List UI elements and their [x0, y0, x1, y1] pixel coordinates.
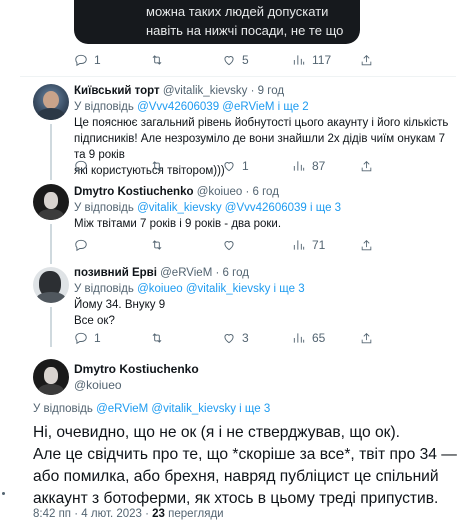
- avatar[interactable]: [33, 359, 69, 395]
- views-icon: [293, 240, 305, 250]
- reply-to-line: У відповідь @koiueo @vitalik_kievsky і щ…: [74, 283, 305, 295]
- reply-to-line: У відповідь @vitalik_kievsky @Vvv4260603…: [74, 202, 342, 214]
- author-handle[interactable]: @koiueo: [74, 377, 122, 393]
- like-button[interactable]: 5: [222, 53, 249, 67]
- reply-mentions[interactable]: @eRVieM @vitalik_kievsky і ще 3: [96, 403, 270, 415]
- views-button[interactable]: 71: [292, 238, 325, 252]
- divider: [20, 76, 456, 77]
- reply-tweet[interactable]: Dmytro Kostiuchenko @koiueo · 6 год У ві…: [74, 184, 454, 232]
- like-count: 5: [242, 53, 249, 67]
- views-icon: [293, 333, 305, 343]
- retweet-button[interactable]: [150, 238, 164, 252]
- like-count: 1: [242, 159, 249, 173]
- tweet-time[interactable]: 6 год: [253, 186, 279, 198]
- avatar[interactable]: [33, 84, 69, 120]
- tweet-meta: 8:42 пп · 4 лют. 2023 · 23 перегляди: [33, 508, 224, 520]
- like-button[interactable]: 1: [222, 159, 249, 173]
- views-count: 23: [152, 508, 165, 520]
- reply-mentions[interactable]: @Vvv42606039 @eRVieM і ще 2: [137, 101, 309, 113]
- card-text-line: можна таких людей допускати: [146, 4, 329, 19]
- views-button[interactable]: 65: [292, 331, 325, 345]
- reply-to-line: У відповідь @eRVieM @vitalik_kievsky і щ…: [33, 403, 271, 415]
- avatar[interactable]: [33, 184, 69, 220]
- retweet-button[interactable]: [150, 331, 164, 345]
- share-button[interactable]: [360, 239, 373, 252]
- reply-button[interactable]: 1: [74, 331, 101, 345]
- like-icon: [224, 162, 234, 172]
- like-button[interactable]: 3: [222, 331, 249, 345]
- retweet-icon: [152, 333, 162, 343]
- quoted-image-card[interactable]: можна таких людей допускати навіть на ни…: [74, 0, 360, 44]
- thread-line: [50, 307, 52, 347]
- tweet-time[interactable]: 9 год: [258, 85, 284, 97]
- author-handle[interactable]: @vitalik_kievsky: [163, 85, 248, 97]
- like-count: 3: [242, 331, 249, 345]
- like-icon: [224, 56, 234, 66]
- retweet-icon: [152, 55, 162, 65]
- author-name[interactable]: позивний Ерві: [74, 267, 157, 279]
- reply-button[interactable]: [74, 159, 88, 173]
- tweet-actions: 71: [74, 236, 372, 254]
- retweet-icon: [152, 240, 162, 250]
- views-count: 71: [312, 238, 326, 252]
- reply-mentions[interactable]: @vitalik_kievsky @Vvv42606039 і ще 3: [137, 202, 341, 214]
- retweet-button[interactable]: [150, 53, 164, 67]
- views-label: перегляди: [168, 508, 224, 520]
- share-icon: [361, 332, 372, 343]
- views-button[interactable]: 87: [292, 159, 325, 173]
- author-name[interactable]: Київський торт: [74, 85, 160, 97]
- share-icon: [361, 160, 372, 171]
- retweet-icon: [152, 161, 162, 171]
- thread-line: [50, 224, 52, 264]
- retweet-button[interactable]: [150, 159, 164, 173]
- share-button[interactable]: [360, 54, 373, 67]
- views-button[interactable]: 117: [292, 53, 331, 67]
- tweet-text: Між твітами 7 років і 9 років - два роки…: [74, 218, 282, 230]
- reply-button[interactable]: [74, 238, 88, 252]
- tweet-date[interactable]: 4 лют. 2023: [81, 508, 142, 520]
- views-count: 65: [312, 331, 326, 345]
- card-text-line: навіть на нижчі посади, не те що: [146, 23, 344, 38]
- views-count: 117: [312, 53, 332, 67]
- reply-button[interactable]: 1: [74, 53, 101, 67]
- reply-icon: [75, 332, 87, 345]
- reply-count: 1: [94, 53, 101, 67]
- share-icon: [361, 54, 372, 65]
- views-icon: [293, 55, 305, 65]
- reply-mentions[interactable]: @koiueo @vitalik_kievsky і ще 3: [137, 283, 305, 295]
- reply-icon: [75, 239, 87, 252]
- like-button[interactable]: [222, 238, 236, 252]
- main-tweet-text: Ні, очевидно, що не ок (я і не стверджув…: [33, 424, 457, 507]
- tweet-text: Йому 34. Внуку 9 Все ок?: [74, 299, 166, 327]
- reply-to-line: У відповідь @Vvv42606039 @eRVieM і ще 2: [74, 101, 309, 113]
- share-icon: [361, 239, 372, 250]
- author-handle[interactable]: @eRVieM: [160, 267, 212, 279]
- author-name[interactable]: Dmytro Kostiuchenko: [74, 361, 199, 377]
- share-button[interactable]: [360, 160, 373, 173]
- tweet-time[interactable]: 8:42 пп: [33, 508, 71, 520]
- like-icon: [224, 241, 234, 251]
- like-icon: [224, 334, 234, 344]
- author-name[interactable]: Dmytro Kostiuchenko: [74, 186, 194, 198]
- thread-line: [50, 124, 52, 180]
- tweet-actions: 1 3 65: [74, 329, 372, 347]
- tweet-actions: 1 5 117: [74, 51, 372, 69]
- avatar[interactable]: [33, 267, 69, 303]
- tweet-actions: 1 87: [74, 157, 372, 175]
- author-handle[interactable]: @koiueo: [197, 186, 243, 198]
- tweet-time[interactable]: 6 год: [223, 267, 249, 279]
- reply-count: 1: [94, 331, 101, 345]
- views-count: 87: [312, 159, 326, 173]
- reply-tweet[interactable]: позивний Ерві @eRVieM · 6 год У відповід…: [74, 265, 454, 329]
- views-icon: [293, 161, 305, 171]
- reply-icon: [75, 54, 87, 67]
- share-button[interactable]: [360, 332, 373, 345]
- stray-dot: [2, 492, 5, 495]
- reply-icon: [75, 160, 87, 173]
